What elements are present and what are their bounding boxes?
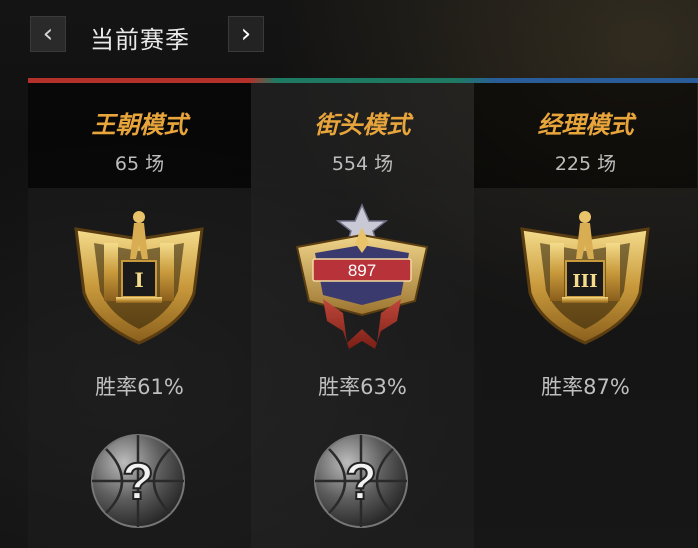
mode-column-street[interactable]: 街头模式 554 场 897 胜率63% ? [251, 83, 474, 548]
mode-header: 王朝模式 65 场 [28, 83, 251, 188]
mode-header: 街头模式 554 场 [251, 83, 474, 188]
win-rate: 胜率61% [95, 375, 184, 399]
mode-header: 经理模式 225 场 [474, 83, 697, 188]
games-count: 225 场 [554, 153, 617, 175]
mode-name: 经理模式 [537, 111, 634, 139]
mode-name: 街头模式 [314, 111, 411, 139]
prev-season-button[interactable]: ‹ [30, 16, 66, 52]
gold-trophy-rank-III-icon[interactable]: III [510, 203, 660, 353]
mystery-basketball-icon[interactable]: ? [311, 431, 411, 531]
svg-text:?: ? [345, 453, 377, 511]
mode-name: 王朝模式 [91, 111, 188, 139]
next-season-button[interactable]: › [228, 16, 264, 52]
win-rate: 胜率63% [318, 375, 407, 399]
svg-text:?: ? [122, 453, 154, 511]
games-count: 554 场 [331, 153, 394, 175]
mode-column-dynasty[interactable]: 王朝模式 65 场 I 胜率61% ? [28, 83, 251, 548]
mystery-basketball-icon[interactable]: ? [88, 431, 188, 531]
mode-column-manager[interactable]: 经理模式 225 场 III 胜率87% [474, 83, 697, 548]
chevron-right-icon: › [240, 19, 252, 49]
win-rate: 胜率87% [541, 375, 630, 399]
games-count: 65 场 [114, 153, 165, 175]
star-shield-rank-icon[interactable]: 897 [287, 203, 437, 353]
rank-value: 897 [348, 261, 376, 280]
svg-text:III: III [572, 271, 597, 292]
svg-text:I: I [134, 268, 143, 292]
gold-trophy-rank-I-icon[interactable]: I [64, 203, 214, 353]
chevron-left-icon: ‹ [42, 19, 54, 49]
mode-columns: 王朝模式 65 场 I 胜率61% ? 街头模式 554 场 897 胜率63%… [28, 83, 698, 548]
season-title: 当前赛季 [90, 26, 190, 54]
season-header: ‹ 当前赛季 › [0, 0, 698, 76]
